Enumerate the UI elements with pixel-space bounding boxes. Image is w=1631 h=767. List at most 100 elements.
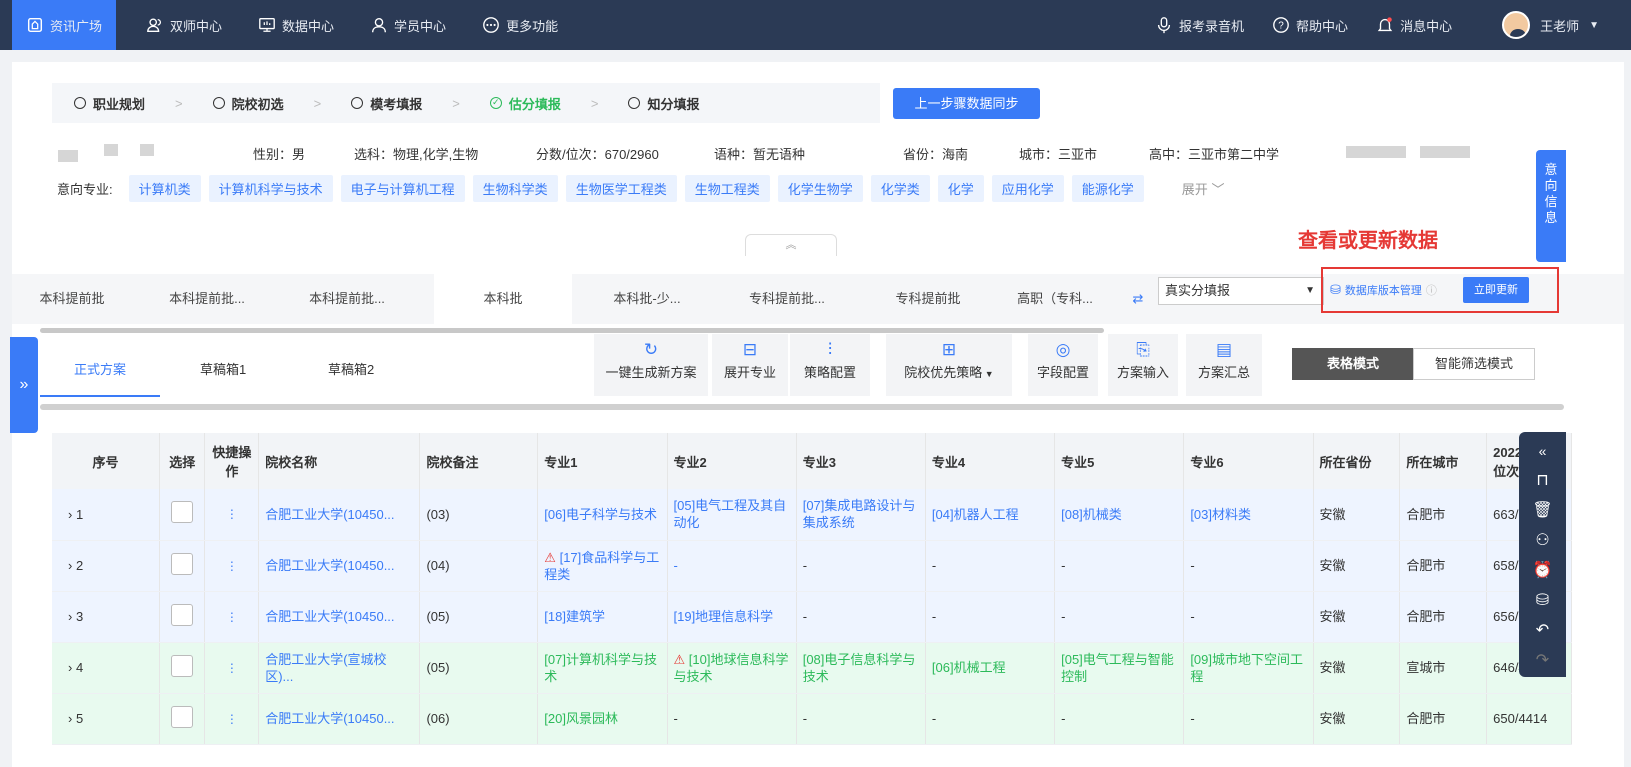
major-cell[interactable]: ⚠ [17]食品科学与工程类	[537, 540, 668, 592]
table-row[interactable]: › 5 ⋮ 合肥工业大学(10450... (06) [20]风景园林 - - …	[52, 693, 1572, 745]
row-checkbox[interactable]	[171, 654, 194, 677]
major-cell[interactable]: [20]风景园林	[537, 693, 668, 745]
row-checkbox[interactable]	[171, 501, 194, 524]
school-name[interactable]: 合肥工业大学(宣城校区)...	[258, 642, 421, 694]
tool-strategy[interactable]: ⫶ 策略配置	[790, 334, 870, 396]
major-cell[interactable]: [09]城市地下空间工程	[1183, 642, 1314, 694]
sync-icon[interactable]: ⇄	[1126, 274, 1150, 324]
table-row[interactable]: › 2 ⋮ 合肥工业大学(10450... (04) ⚠ [17]食品科学与工程…	[52, 540, 1572, 592]
table-row[interactable]: › 1 ⋮ 合肥工业大学(10450... (03) [06]电子科学与技术 […	[52, 489, 1572, 541]
tool-generate[interactable]: ↻ 一键生成新方案	[594, 334, 708, 396]
major-cell[interactable]: [06]电子科学与技术	[537, 489, 668, 541]
major-tag[interactable]: 化学	[937, 174, 984, 202]
intent-info-tab[interactable]: 意向信息	[1536, 150, 1566, 262]
batch-tab-active[interactable]: 本科批	[434, 274, 572, 324]
row-select[interactable]	[159, 642, 206, 694]
row-checkbox[interactable]	[171, 705, 194, 728]
horizontal-scrollbar[interactable]	[40, 328, 1104, 333]
tool-import[interactable]: ⎘ 方案输入	[1108, 334, 1178, 396]
row-checkbox[interactable]	[171, 552, 194, 575]
row-no[interactable]: › 4	[52, 642, 160, 694]
nav-student-center[interactable]: 学员中心	[356, 0, 460, 50]
nav-news[interactable]: 资讯广场	[12, 0, 117, 50]
update-now-button[interactable]: 立即更新	[1463, 277, 1529, 303]
sync-data-button[interactable]: 上一步骤数据同步	[893, 88, 1040, 119]
row-no[interactable]: › 1	[52, 489, 160, 541]
alarm-icon[interactable]: ⏰	[1519, 556, 1566, 586]
batch-tab[interactable]: 本科批-少...	[587, 274, 707, 324]
row-no[interactable]: › 2	[52, 540, 160, 592]
plan-tab-draft2[interactable]: 草稿箱2	[328, 342, 374, 397]
step-estimate[interactable]: ✓ 估分填报	[489, 94, 561, 113]
row-actions[interactable]: ⋮	[204, 489, 260, 541]
row-select[interactable]	[159, 540, 206, 592]
row-checkbox[interactable]	[171, 603, 194, 626]
more-vertical-icon[interactable]: ⋮	[226, 661, 238, 675]
batch-tab[interactable]: 本科提前批...	[282, 274, 412, 324]
expand-left-handle[interactable]: »	[10, 337, 38, 433]
major-tag[interactable]: 电子与计算机工程	[340, 174, 465, 202]
smart-filter-mode-button[interactable]: 智能筛选模式	[1413, 348, 1535, 380]
table-mode-button[interactable]: 表格模式	[1292, 348, 1414, 380]
major-cell[interactable]: [05]电气工程与智能控制	[1054, 642, 1185, 694]
major-tag[interactable]: 计算机类	[128, 174, 201, 202]
tool-expand[interactable]: ⊟ 展开专业	[712, 334, 788, 396]
nav-data-center[interactable]: 数据中心	[244, 0, 348, 50]
major-cell[interactable]: [04]机器人工程	[925, 489, 1056, 541]
major-tag[interactable]: 化学生物学	[777, 174, 863, 202]
user-menu[interactable]: 王老师 ▼	[1488, 0, 1613, 50]
major-cell[interactable]: [08]机械类	[1054, 489, 1185, 541]
major-tag[interactable]: 化学类	[870, 174, 930, 202]
step-known-score[interactable]: 知分填报	[628, 94, 699, 113]
db-version-manage[interactable]: ⛁ 数据库版本管理 ⓘ	[1330, 282, 1437, 298]
batch-tab[interactable]: 高职（专科...	[1000, 274, 1110, 324]
more-vertical-icon[interactable]: ⋮	[226, 559, 238, 573]
major-tag[interactable]: 计算机科学与技术	[208, 174, 333, 202]
row-select[interactable]	[159, 591, 206, 643]
major-cell[interactable]: [07]计算机科学与技术	[537, 642, 668, 694]
major-cell[interactable]: -	[667, 540, 797, 592]
major-cell[interactable]: [19]地理信息科学	[667, 591, 797, 643]
batch-tab[interactable]: 本科提前批...	[147, 274, 267, 324]
batch-tab[interactable]: 专科提前批...	[722, 274, 852, 324]
nav-dual-teacher[interactable]: 双师中心	[132, 0, 236, 50]
major-tag[interactable]: 生物工程类	[684, 174, 770, 202]
major-cell[interactable]: [03]材料类	[1183, 489, 1314, 541]
table-row[interactable]: › 3 ⋮ 合肥工业大学(10450... (05) [18]建筑学 [19]地…	[52, 591, 1572, 643]
more-vertical-icon[interactable]: ⋮	[226, 507, 238, 521]
batch-tab[interactable]: 本科提前批	[12, 274, 132, 324]
major-cell[interactable]: ⚠ [10]地球信息科学与技术	[667, 642, 797, 694]
batch-tab[interactable]: 专科提前批	[868, 274, 988, 324]
school-name[interactable]: 合肥工业大学(10450...	[258, 591, 421, 643]
row-actions[interactable]: ⋮	[204, 540, 260, 592]
row-actions[interactable]: ⋮	[204, 591, 260, 643]
nav-messages[interactable]: 消息中心	[1362, 0, 1466, 50]
major-cell[interactable]: [06]机械工程	[925, 642, 1056, 694]
fill-mode-select[interactable]: 真实分填报 ▼	[1158, 277, 1324, 305]
lock-icon[interactable]: ⊓	[1519, 466, 1566, 496]
row-select[interactable]	[159, 489, 206, 541]
plan-tab-formal[interactable]: 正式方案	[40, 342, 160, 397]
major-cell[interactable]: [05]电气工程及其自动化	[667, 489, 797, 541]
row-no[interactable]: › 3	[52, 591, 160, 643]
user-edit-icon[interactable]: ⚇	[1519, 526, 1566, 556]
step-career[interactable]: 职业规划	[74, 94, 145, 113]
school-name[interactable]: 合肥工业大学(10450...	[258, 693, 421, 745]
nav-recorder[interactable]: 报考录音机	[1141, 0, 1258, 50]
undo-icon[interactable]: ↶	[1519, 616, 1566, 646]
major-cell[interactable]: [07]集成电路设计与集成系统	[796, 489, 926, 541]
major-cell[interactable]: [18]建筑学	[537, 591, 668, 643]
row-no[interactable]: › 5	[52, 693, 160, 745]
plan-tab-draft1[interactable]: 草稿箱1	[200, 342, 246, 397]
tool-summary[interactable]: ▤ 方案汇总	[1186, 334, 1262, 396]
tool-fields[interactable]: ◎ 字段配置	[1028, 334, 1098, 396]
major-cell[interactable]: [08]电子信息科学与技术	[796, 642, 926, 694]
horizontal-scrollbar[interactable]	[40, 404, 1564, 410]
row-select[interactable]	[159, 693, 206, 745]
more-vertical-icon[interactable]: ⋮	[226, 610, 238, 624]
table-row[interactable]: › 4 ⋮ 合肥工业大学(宣城校区)... (05) [07]计算机科学与技术 …	[52, 642, 1572, 694]
nav-more[interactable]: 更多功能	[468, 0, 572, 50]
trash-icon[interactable]: 🗑	[1519, 496, 1566, 526]
major-tag[interactable]: 能源化学	[1071, 174, 1144, 202]
row-actions[interactable]: ⋮	[204, 642, 260, 694]
